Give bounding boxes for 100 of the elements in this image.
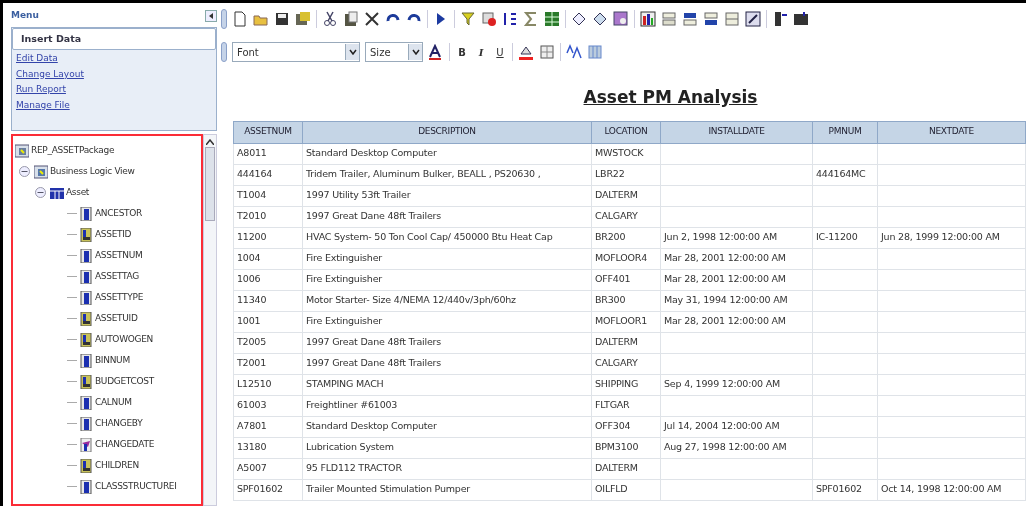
- table-cell: Trailer Mounted Stimulation Pumper: [302, 479, 592, 500]
- font-color-icon[interactable]: [428, 44, 444, 60]
- border-icon[interactable]: [539, 44, 555, 60]
- tree-item[interactable]: Asset: [66, 185, 90, 200]
- table-cell: Mar 28, 2001 12:00:00 AM: [660, 269, 813, 290]
- filter-icon[interactable]: [460, 11, 476, 27]
- edit-box-icon[interactable]: [745, 11, 761, 27]
- table-cell: DALTERM: [591, 332, 661, 353]
- tree-item[interactable]: ANCESTOR: [95, 206, 142, 221]
- toolbar-grip[interactable]: [221, 42, 227, 62]
- table-cell: Freightliner #61003: [302, 395, 592, 416]
- table-cell: BR300: [591, 290, 661, 311]
- scrollbar[interactable]: [203, 134, 217, 506]
- delete-icon[interactable]: [364, 11, 380, 27]
- fill-color-icon[interactable]: [518, 44, 534, 60]
- tree-item[interactable]: CHILDREN: [95, 458, 139, 473]
- table-cell: 11200: [233, 227, 303, 248]
- sum-icon[interactable]: [523, 11, 539, 27]
- table-cell: Fire Extinguisher: [302, 269, 592, 290]
- table-cell: LBR22: [591, 164, 661, 185]
- tree-item[interactable]: CLASSSTRUCTUREI: [95, 479, 177, 494]
- save-icon[interactable]: [274, 11, 290, 27]
- menu-link[interactable]: Manage File: [12, 98, 216, 113]
- dropdown-caret-icon: [408, 44, 422, 60]
- table-cell: Jun 28, 1999 12:00:00 AM: [877, 227, 1026, 248]
- table-cell: OILFLD: [591, 479, 661, 500]
- column-header[interactable]: NEXTDATE: [877, 121, 1026, 143]
- font-dropdown[interactable]: Font: [232, 42, 360, 62]
- tree-item[interactable]: AUTOWOGEN: [95, 332, 153, 347]
- table-cell: BR200: [591, 227, 661, 248]
- layout-icon[interactable]: [703, 11, 719, 27]
- collapse-toggle[interactable]: [19, 166, 30, 177]
- table-cell: 95 FLD112 TRACTOR: [302, 458, 592, 479]
- paste-icon[interactable]: [343, 11, 359, 27]
- table-cell: 1997 Great Dane 48ft Trailers: [302, 332, 592, 353]
- column-header[interactable]: PMNUM: [812, 121, 878, 143]
- column-header[interactable]: ASSETNUM: [233, 121, 303, 143]
- table-cell: T2010: [233, 206, 303, 227]
- table-cell: A5007: [233, 458, 303, 479]
- grid-icon[interactable]: [544, 11, 560, 27]
- tree-item[interactable]: CHANGEBY: [95, 416, 143, 431]
- collapse-toggle[interactable]: [35, 187, 46, 198]
- menu-link[interactable]: Change Layout: [12, 67, 216, 82]
- scroll-up-icon[interactable]: [206, 139, 215, 145]
- table-cell: SPF01602: [233, 479, 303, 500]
- table-icon[interactable]: [587, 44, 603, 60]
- clear-filter-icon[interactable]: [481, 11, 497, 27]
- tree-item[interactable]: ASSETTYPE: [95, 290, 144, 305]
- text-field-icon: [79, 290, 93, 305]
- new-document-icon[interactable]: [232, 11, 248, 27]
- table-cell: May 31, 1994 12:00:00 AM: [660, 290, 813, 311]
- menu-link[interactable]: Insert Data: [12, 28, 216, 51]
- text-field-icon: [79, 395, 93, 410]
- tree-item[interactable]: CALNUM: [95, 395, 132, 410]
- tree-item[interactable]: ASSETID: [95, 227, 132, 242]
- table-cell: A8011: [233, 143, 303, 164]
- toolbar-grip[interactable]: [221, 9, 227, 29]
- tree-item[interactable]: Business Logic View: [50, 164, 135, 179]
- table-cell: 11340: [233, 290, 303, 311]
- tree-item[interactable]: BUDGETCOST: [95, 374, 154, 389]
- table-cell: OFF304: [591, 416, 661, 437]
- text-field-icon: [79, 206, 93, 221]
- collapse-button[interactable]: [205, 10, 217, 22]
- table-cell: CALGARY: [591, 353, 661, 374]
- column-header[interactable]: DESCRIPTION: [302, 121, 592, 143]
- tree-item[interactable]: ASSETNUM: [95, 248, 143, 263]
- column-header[interactable]: INSTALLDATE: [660, 121, 813, 143]
- layout-icon[interactable]: [724, 11, 740, 27]
- cut-icon[interactable]: [322, 11, 338, 27]
- numeric-field-icon: [79, 374, 93, 389]
- tree-item[interactable]: BINNUM: [95, 353, 130, 368]
- size-dropdown[interactable]: Size: [365, 42, 423, 62]
- tree-item[interactable]: REP_ASSETPackage: [31, 143, 115, 158]
- save-as-icon[interactable]: [295, 11, 311, 27]
- table-cell: 444164MC: [812, 164, 878, 185]
- text-field-icon: [79, 248, 93, 263]
- scroll-thumb[interactable]: [205, 147, 216, 221]
- bold-button[interactable]: B: [455, 44, 469, 60]
- table-cell: Jul 14, 2004 12:00:00 AM: [660, 416, 813, 437]
- table-cell: FLTGAR: [591, 395, 661, 416]
- date-field-icon: [79, 437, 93, 452]
- underline-button[interactable]: U: [493, 44, 507, 60]
- layout-icon[interactable]: [661, 11, 677, 27]
- table-cell: OFF401: [591, 269, 661, 290]
- table-cell: SPF01602: [812, 479, 878, 500]
- table-cell: DALTERM: [591, 458, 661, 479]
- tree-item[interactable]: ASSETUID: [95, 311, 138, 326]
- table-icon: [50, 185, 64, 200]
- table-cell: 1004: [233, 248, 303, 269]
- menu-link[interactable]: Edit Data: [12, 52, 216, 66]
- table-cell: Jun 2, 1998 12:00:00 AM: [660, 227, 813, 248]
- tree-item[interactable]: ASSETTAG: [95, 269, 139, 284]
- layout-icon[interactable]: [682, 11, 698, 27]
- bar-chart-icon[interactable]: [640, 11, 656, 27]
- tree-item[interactable]: CHANGEDATE: [95, 437, 155, 452]
- column-header[interactable]: LOCATION: [591, 121, 661, 143]
- menu-link[interactable]: Run Report: [12, 83, 216, 97]
- table-cell: T2005: [233, 332, 303, 353]
- table-cell: 1997 Great Dane 48ft Trailers: [302, 206, 592, 227]
- italic-button[interactable]: I: [474, 44, 488, 60]
